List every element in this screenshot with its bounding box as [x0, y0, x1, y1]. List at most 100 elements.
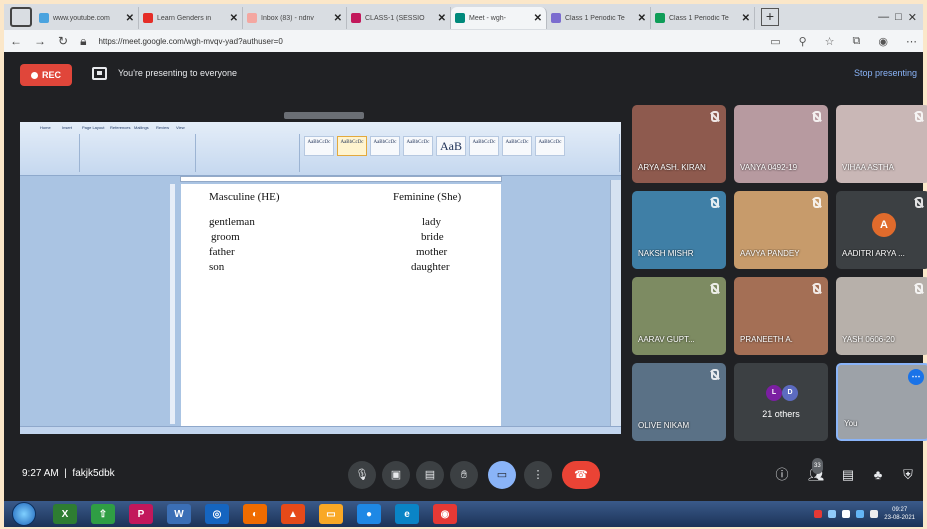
- edge-icon[interactable]: e: [395, 504, 419, 524]
- clock-date: 23-08-2021: [884, 515, 915, 521]
- participant-tile[interactable]: You ⋯: [836, 363, 927, 441]
- lock-icon: 🔒︎: [80, 33, 87, 48]
- participant-tile[interactable]: A AADITRI ARYA ...: [836, 191, 927, 269]
- raise-hand-button[interactable]: ✋︎: [450, 461, 478, 489]
- paint-icon[interactable]: ◐: [243, 504, 267, 524]
- tray-icon[interactable]: [814, 510, 823, 518]
- mic-muted-icon: [711, 111, 719, 122]
- document-page[interactable]: Masculine (HE) Feminine (She) gentleman …: [181, 184, 501, 426]
- style-preset[interactable]: AaBbCcDc: [370, 136, 400, 156]
- participant-name: 21 others: [762, 409, 800, 419]
- excel-icon[interactable]: X: [53, 504, 77, 524]
- camera-button[interactable]: ▣: [382, 461, 410, 489]
- style-preset[interactable]: AaBbCcDc: [535, 136, 565, 156]
- forward-icon[interactable]: →: [34, 34, 46, 48]
- ribbon-tab[interactable]: Review: [156, 125, 169, 130]
- participant-tile[interactable]: ARYA ASH. KIRAN: [632, 105, 726, 183]
- heading-feminine: Feminine (She): [393, 191, 462, 203]
- style-preset[interactable]: AaBbCcDc: [337, 136, 367, 156]
- style-preset[interactable]: AaBbCcDc: [502, 136, 532, 156]
- vertical-scrollbar[interactable]: [610, 180, 621, 426]
- close-tab-icon[interactable]: ✕: [742, 13, 750, 24]
- tray-icon[interactable]: [842, 510, 851, 518]
- close-tab-icon[interactable]: ✕: [438, 13, 446, 24]
- ribbon-tab[interactable]: Page Layout: [82, 125, 104, 130]
- close-tab-icon[interactable]: ✕: [638, 13, 646, 24]
- participant-tile[interactable]: OLIVE NIKAM: [632, 363, 726, 441]
- browser-tab[interactable]: Meet - wgh- ✕: [451, 7, 547, 29]
- participant-name: VANYA 0492-19: [740, 163, 798, 172]
- microphone-button[interactable]: 🎙︎: [348, 461, 376, 489]
- meeting-info-icon[interactable]: ⓘ: [774, 467, 790, 483]
- reload-icon[interactable]: ↻: [58, 34, 68, 48]
- style-preset[interactable]: AaBbCcDc: [403, 136, 433, 156]
- zoom-icon[interactable]: ⚲: [799, 35, 807, 48]
- close-tab-icon[interactable]: ✕: [126, 13, 134, 24]
- people-icon[interactable]: 👥︎ 33: [808, 458, 825, 483]
- browser-tab[interactable]: Inbox (83) - ndnv ✕: [243, 7, 347, 29]
- tab-favicon-icon: [247, 13, 257, 23]
- style-preset[interactable]: AaB: [436, 136, 466, 156]
- participant-tile[interactable]: NAKSH MISHR: [632, 191, 726, 269]
- more-options-button[interactable]: ⋮: [524, 461, 552, 489]
- participant-name: You: [844, 419, 858, 428]
- stop-presenting-button[interactable]: Stop presenting: [854, 68, 917, 78]
- participant-tile[interactable]: VANYA 0492-19: [734, 105, 828, 183]
- volume-icon[interactable]: [870, 510, 879, 518]
- ribbon-tab[interactable]: References: [110, 125, 130, 130]
- activities-icon[interactable]: ♣︎: [870, 467, 886, 483]
- network-icon[interactable]: [856, 510, 865, 518]
- favorite-icon[interactable]: ☆: [825, 35, 835, 48]
- browser-tab[interactable]: Class 1 Periodic Te ✕: [651, 7, 755, 29]
- close-window-icon[interactable]: ✕: [908, 11, 917, 24]
- collections-icon[interactable]: ⧉: [853, 35, 861, 48]
- app-icon[interactable]: ⇧: [91, 504, 115, 524]
- editing-group: [580, 134, 620, 172]
- tray-icon[interactable]: [828, 510, 837, 518]
- browser-tab[interactable]: CLASS-1 (SESSIO ✕: [347, 7, 451, 29]
- chrome-icon[interactable]: ◉: [433, 504, 457, 524]
- browser-tab[interactable]: Learn Genders in ✕: [139, 7, 243, 29]
- browser-tab[interactable]: www.youtube.com ✕: [35, 7, 139, 29]
- back-icon[interactable]: ←: [10, 34, 22, 48]
- participant-tile[interactable]: PRANEETH A.: [734, 277, 828, 355]
- style-preset[interactable]: AaBbCcDc: [304, 136, 334, 156]
- ribbon-tab[interactable]: Home: [40, 125, 51, 130]
- start-button[interactable]: [12, 502, 36, 526]
- browser-tab[interactable]: Class 1 Periodic Te ✕: [547, 7, 651, 29]
- tab-favicon-icon: [551, 13, 561, 23]
- participant-tile[interactable]: AARAV GUPT...: [632, 277, 726, 355]
- profile-icon[interactable]: ◉: [878, 35, 888, 48]
- captions-button[interactable]: ▤: [416, 461, 444, 489]
- media-icon[interactable]: ◎: [205, 504, 229, 524]
- camera-icon[interactable]: ▭: [770, 35, 780, 48]
- participant-tile[interactable]: VIHAA ASTHA: [836, 105, 927, 183]
- folder-icon[interactable]: ▭: [319, 504, 343, 524]
- host-controls-icon[interactable]: ⛨: [900, 467, 916, 483]
- close-tab-icon[interactable]: ✕: [230, 13, 238, 24]
- zoom-app-icon[interactable]: ●: [357, 504, 381, 524]
- close-tab-icon[interactable]: ✕: [534, 13, 542, 24]
- more-options-icon[interactable]: ⋯: [908, 369, 924, 385]
- word-icon[interactable]: W: [167, 504, 191, 524]
- participant-tile[interactable]: L D 21 others: [734, 363, 828, 441]
- participant-tile[interactable]: YASH 0606-20: [836, 277, 927, 355]
- present-now-button[interactable]: ▭: [488, 461, 516, 489]
- ribbon-tab[interactable]: Insert: [62, 125, 72, 130]
- new-tab-button[interactable]: +: [761, 8, 779, 26]
- more-icon[interactable]: ⋯: [906, 35, 917, 48]
- ribbon-tab[interactable]: View: [176, 125, 185, 130]
- ribbon-tab[interactable]: Mailings: [134, 125, 149, 130]
- chat-icon[interactable]: ▤: [840, 467, 856, 483]
- window-menu-icon[interactable]: [10, 7, 32, 27]
- powerpoint-icon[interactable]: P: [129, 504, 153, 524]
- taskbar-clock[interactable]: 09:27 23-08-2021: [884, 506, 915, 522]
- close-tab-icon[interactable]: ✕: [334, 13, 342, 24]
- leave-call-button[interactable]: ☎︎: [562, 461, 600, 489]
- style-preset[interactable]: AaBbCcDc: [469, 136, 499, 156]
- url-field[interactable]: https://meet.google.com/wgh-mvqv-yad?aut…: [98, 37, 758, 46]
- participant-tile[interactable]: AAVYA PANDEY: [734, 191, 828, 269]
- minimize-icon[interactable]: —: [878, 11, 889, 24]
- maximize-icon[interactable]: □: [895, 11, 902, 24]
- vlc-icon[interactable]: ▲: [281, 504, 305, 524]
